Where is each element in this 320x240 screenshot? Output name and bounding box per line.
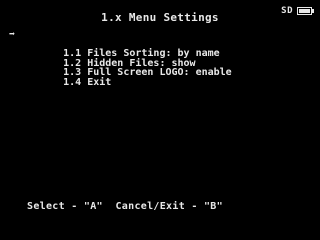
settings-menu: ➡ 1.1 Files Sorting: by name 1.2 Hidden … — [9, 29, 232, 87]
menu-item-files-sorting[interactable]: ➡ 1.1 Files Sorting: by name — [9, 29, 232, 59]
page-title: 1.x Menu Settings — [101, 11, 219, 24]
menu-item-hidden-files[interactable]: 1.2 Hidden Files: show — [9, 40, 232, 68]
sd-card-icon: SD — [281, 6, 293, 16]
settings-screen: 1.x Menu Settings SD ➡ 1.1 Files Sorting… — [0, 0, 320, 240]
menu-item-full-screen-logo[interactable]: 1.3 Full Screen LOGO: enable — [9, 49, 232, 78]
battery-level — [299, 9, 310, 13]
selection-arrow-icon: ➡ — [9, 29, 16, 40]
status-bar: SD — [281, 6, 314, 16]
menu-item-label: 1.4 Exit — [63, 76, 112, 88]
menu-item-exit[interactable]: 1.4 Exit — [9, 59, 232, 87]
button-hint: Select - "A" Cancel/Exit - "B" — [27, 201, 223, 212]
battery-icon — [297, 7, 314, 15]
